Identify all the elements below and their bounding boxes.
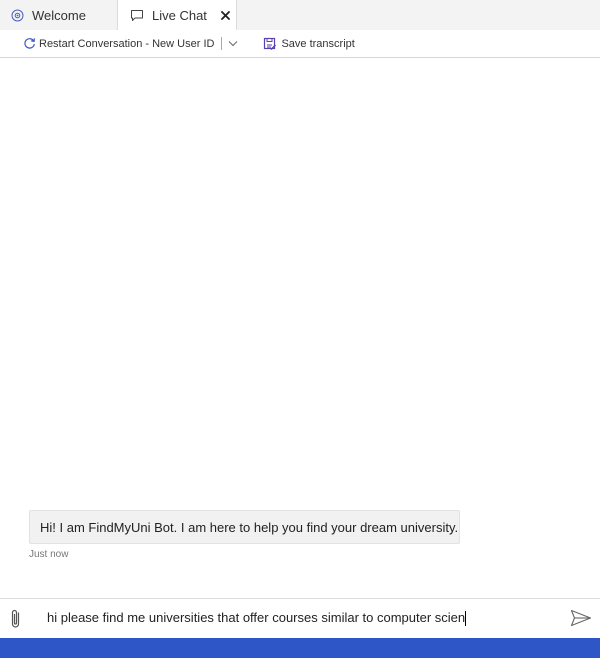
bot-message-bubble: Hi! I am FindMyUni Bot. I am here to hel… xyxy=(29,510,460,544)
text-cursor xyxy=(465,611,467,627)
close-icon[interactable] xyxy=(221,10,230,20)
tab-welcome[interactable]: Welcome xyxy=(0,0,118,30)
tab-live-chat[interactable]: Live Chat xyxy=(118,0,237,30)
paperclip-icon[interactable] xyxy=(9,608,25,630)
globe-icon xyxy=(10,8,24,22)
send-icon[interactable] xyxy=(570,609,592,627)
tab-welcome-label: Welcome xyxy=(32,7,86,23)
chat-message-input[interactable]: hi please find me universities that offe… xyxy=(47,608,547,628)
message-timestamp: Just now xyxy=(29,549,69,560)
toolbar-divider xyxy=(221,37,223,50)
conversation-panel: Hi! I am FindMyUni Bot. I am here to hel… xyxy=(0,58,600,598)
status-bar xyxy=(0,638,600,658)
tab-bar: Welcome Live Chat xyxy=(0,0,600,30)
emulator-window: Welcome Live Chat Restart Conversation -… xyxy=(0,0,600,658)
restart-conversation-label: Restart Conversation - New User ID xyxy=(39,37,215,50)
restart-conversation-button[interactable]: Restart Conversation - New User ID xyxy=(23,37,214,50)
tab-live-chat-label: Live Chat xyxy=(152,7,207,23)
save-icon xyxy=(263,37,277,51)
save-transcript-button[interactable]: Save transcript xyxy=(263,37,355,51)
chat-message-input-value: hi please find me universities that offe… xyxy=(47,610,466,625)
chevron-down-icon[interactable] xyxy=(228,39,238,49)
bot-message-text: Hi! I am FindMyUni Bot. I am here to hel… xyxy=(40,519,459,535)
chat-toolbar: Restart Conversation - New User ID Save … xyxy=(0,30,600,58)
refresh-icon xyxy=(23,37,36,50)
message-input-bar: hi please find me universities that offe… xyxy=(0,598,600,638)
save-transcript-label: Save transcript xyxy=(281,37,355,50)
chat-bubble-icon xyxy=(130,8,144,22)
